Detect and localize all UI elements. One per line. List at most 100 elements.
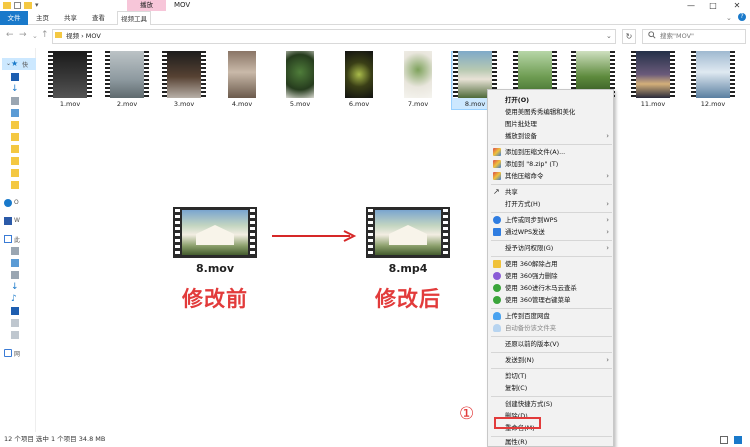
menu-item-360-menu-manager[interactable]: 使用 360管理右键菜单 bbox=[505, 295, 570, 305]
address-dropdown-icon[interactable]: ⌄ bbox=[606, 30, 612, 43]
folder-icon[interactable] bbox=[11, 133, 19, 141]
menu-item-360-scan[interactable]: 使用 360进行木马云查杀 bbox=[505, 283, 577, 293]
pictures-icon[interactable] bbox=[11, 109, 19, 117]
ribbon-bar bbox=[0, 11, 750, 25]
share-icon: ↗ bbox=[493, 187, 500, 196]
tab-file[interactable]: 文件 bbox=[0, 11, 28, 25]
file-item[interactable]: 4.mov bbox=[217, 51, 267, 109]
tab-view[interactable]: 查看 bbox=[92, 11, 105, 25]
up-arrow-icon[interactable]: ↑ bbox=[41, 30, 49, 40]
menu-separator bbox=[491, 396, 612, 397]
refresh-button[interactable]: ↻ bbox=[622, 29, 636, 44]
menu-item-other-compress[interactable]: 其他压缩命令 bbox=[505, 171, 543, 181]
file-item[interactable]: 3.mov bbox=[159, 51, 209, 109]
menu-item-meitu-edit[interactable]: 使用美图秀秀编辑和美化 bbox=[505, 107, 575, 117]
archive-icon bbox=[493, 148, 501, 156]
menu-item-360-unlock[interactable]: 使用 360解除占用 bbox=[505, 259, 558, 269]
menu-item-restore-versions[interactable]: 还原以前的版本(V) bbox=[505, 339, 559, 349]
menu-item-copy[interactable]: 复制(C) bbox=[505, 383, 527, 393]
desktop-icon[interactable] bbox=[11, 73, 19, 81]
menu-item-properties[interactable]: 属性(R) bbox=[505, 437, 527, 447]
pictures-icon[interactable] bbox=[11, 259, 19, 267]
help-icon[interactable]: ? bbox=[738, 13, 746, 21]
submenu-arrow-icon: › bbox=[606, 172, 609, 180]
file-item[interactable]: 5.mov bbox=[275, 51, 325, 109]
drive-icon[interactable] bbox=[11, 247, 19, 255]
file-item[interactable]: 12.mov bbox=[688, 51, 738, 109]
file-item[interactable]: 1.mov bbox=[45, 51, 95, 109]
menu-item-cut[interactable]: 剪切(T) bbox=[505, 371, 527, 381]
context-tab-play[interactable]: 播放 bbox=[127, 0, 166, 11]
tent-picture bbox=[375, 210, 441, 255]
breadcrumb[interactable]: 视频 › MOV bbox=[66, 30, 101, 43]
close-button[interactable]: ✕ bbox=[730, 0, 744, 11]
sidebar-item-label[interactable]: O bbox=[14, 199, 19, 206]
quick-access-dropdown-icon[interactable]: ▾ bbox=[35, 1, 39, 9]
folder-icon[interactable] bbox=[11, 121, 19, 129]
folder-icon[interactable] bbox=[11, 169, 19, 177]
forward-arrow-icon[interactable]: → bbox=[19, 30, 27, 40]
menu-item-wps-sync[interactable]: 上传或同步到WPS bbox=[505, 215, 558, 225]
menu-item-auto-backup: 自动备份该文件夹 bbox=[505, 324, 557, 332]
documents-icon[interactable] bbox=[11, 271, 19, 279]
wps-cloud-icon[interactable] bbox=[4, 217, 12, 225]
menu-item-upload-baidu[interactable]: 上传到百度网盘 bbox=[505, 311, 550, 321]
this-pc-icon[interactable] bbox=[4, 235, 12, 243]
details-view-icon[interactable] bbox=[720, 436, 728, 444]
ribbon-expand-icon[interactable]: ⌄ bbox=[726, 14, 732, 22]
menu-item-360-force-delete[interactable]: 使用 360强力删除 bbox=[505, 271, 558, 281]
menu-item-grant-access[interactable]: 授予访问权限(G) bbox=[505, 243, 553, 253]
network-icon[interactable] bbox=[4, 349, 12, 357]
folder-icon[interactable] bbox=[11, 145, 19, 153]
tab-video-tools[interactable]: 视频工具 bbox=[117, 11, 151, 25]
minimize-button[interactable]: — bbox=[684, 0, 698, 11]
menu-manager-icon bbox=[493, 296, 501, 304]
sidebar-item-label[interactable]: W bbox=[14, 217, 20, 224]
menu-item-open[interactable]: 打开(O) bbox=[505, 95, 529, 105]
tab-share[interactable]: 共享 bbox=[64, 11, 77, 25]
sidebar-item-label[interactable]: 此 bbox=[14, 235, 20, 244]
download-icon[interactable]: ↓ bbox=[11, 283, 19, 292]
archive-icon bbox=[493, 160, 501, 168]
documents-icon[interactable] bbox=[11, 97, 19, 105]
submenu-arrow-icon: › bbox=[606, 228, 609, 236]
menu-item-share[interactable]: 共享 bbox=[505, 187, 518, 197]
menu-separator bbox=[491, 184, 612, 185]
submenu-arrow-icon: › bbox=[606, 132, 609, 140]
menu-item-add-to-zip[interactable]: 添加到 "8.zip" (T) bbox=[505, 159, 558, 169]
tab-home[interactable]: 主页 bbox=[36, 11, 49, 25]
menu-item-cast-to-device[interactable]: 播放到设备 bbox=[505, 131, 537, 141]
file-name: 11.mov bbox=[640, 100, 666, 108]
menu-item-send-to[interactable]: 发送到(N) bbox=[505, 355, 534, 365]
search-input[interactable]: 搜索"MOV" bbox=[660, 30, 694, 43]
folder-icon[interactable] bbox=[11, 181, 19, 189]
local-disk-icon[interactable] bbox=[11, 319, 19, 327]
file-item[interactable]: 2.mov bbox=[102, 51, 152, 109]
large-icons-view-icon[interactable] bbox=[734, 436, 742, 444]
after-filename: 8.mp4 bbox=[388, 262, 428, 275]
new-folder-icon[interactable] bbox=[24, 2, 32, 9]
menu-item-wps-send[interactable]: 通过WPS发送 bbox=[505, 227, 545, 237]
search-icon bbox=[648, 31, 656, 39]
local-disk-icon[interactable] bbox=[11, 331, 19, 339]
back-arrow-icon[interactable]: ← bbox=[6, 30, 14, 40]
file-item[interactable]: 6.mov bbox=[334, 51, 384, 109]
download-icon[interactable]: ↓ bbox=[11, 85, 19, 94]
file-item[interactable]: 7.mov bbox=[393, 51, 443, 109]
sidebar-item-label[interactable]: 网 bbox=[14, 349, 20, 358]
menu-item-add-to-archive[interactable]: 添加到压缩文件(A)... bbox=[505, 147, 565, 157]
folder-icon[interactable] bbox=[11, 157, 19, 165]
file-item[interactable]: 11.mov bbox=[628, 51, 678, 109]
menu-item-batch-image[interactable]: 图片批处理 bbox=[505, 119, 537, 129]
menu-item-open-with[interactable]: 打开方式(H) bbox=[505, 199, 540, 209]
recent-dropdown-icon[interactable]: ⌄ bbox=[32, 32, 38, 40]
desktop-icon[interactable] bbox=[11, 307, 19, 315]
file-name: 7.mov bbox=[407, 100, 429, 108]
properties-icon[interactable] bbox=[14, 2, 21, 9]
address-bar[interactable] bbox=[52, 29, 616, 44]
submenu-arrow-icon: › bbox=[606, 200, 609, 208]
maximize-button[interactable]: □ bbox=[706, 0, 720, 11]
onedrive-icon[interactable] bbox=[4, 199, 12, 207]
menu-item-create-shortcut[interactable]: 创建快捷方式(S) bbox=[505, 399, 552, 409]
music-icon[interactable]: ♪ bbox=[11, 295, 19, 304]
